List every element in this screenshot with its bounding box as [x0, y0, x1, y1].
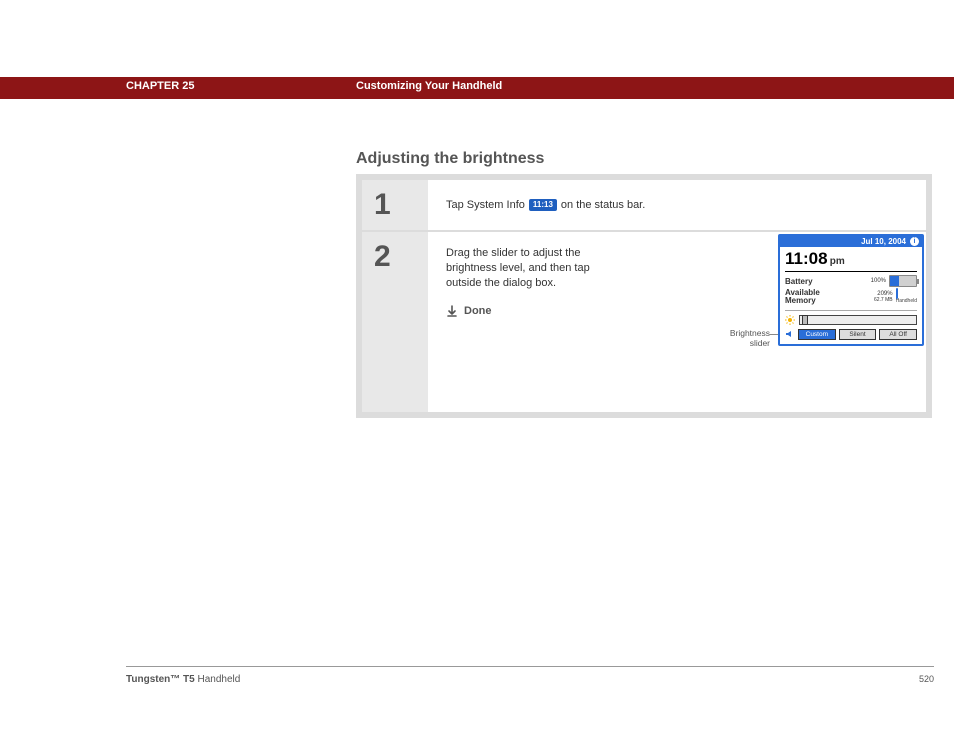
step-2-body: Drag the slider to adjust the brightness… — [428, 232, 926, 412]
footer-product: Tungsten™ T5 Handheld — [126, 674, 240, 685]
chapter-label: CHAPTER 25 — [126, 80, 194, 92]
step-2-row: 2 Drag the slider to adjust the brightne… — [362, 230, 926, 412]
device-screenshot: Jul 10, 2004 i 11:08 pm Battery 100% — [778, 234, 924, 346]
memory-sublabel: Handheld — [896, 298, 917, 304]
brightness-slider-row — [785, 310, 917, 325]
battery-row: Battery 100% — [785, 275, 917, 287]
steps-block: 1 Tap System Info 11:13 on the status ba… — [356, 174, 932, 418]
device-date: Jul 10, 2004 — [861, 237, 906, 246]
memory-pct: 209% — [874, 291, 893, 297]
battery-icon — [889, 275, 917, 287]
sound-alloff-button[interactable]: All Off — [879, 329, 917, 340]
device-time: 11:08 — [785, 249, 828, 268]
step-1-body: Tap System Info 11:13 on the status bar. — [428, 180, 926, 230]
step-2-number: 2 — [362, 232, 428, 412]
device-body: 11:08 pm Battery 100% Available Memory — [780, 247, 922, 344]
header-bar: CHAPTER 25 Customizing Your Handheld — [0, 77, 954, 99]
device-time-row: 11:08 pm — [785, 249, 917, 269]
footer-product-rest: Handheld — [195, 674, 241, 685]
section-heading: Adjusting the brightness — [356, 150, 544, 168]
brightness-slider-thumb[interactable] — [802, 315, 808, 325]
done-arrow-icon — [446, 305, 458, 317]
done-row: Done — [446, 305, 626, 317]
step-1-text-post: on the status bar. — [561, 199, 645, 211]
sound-silent-button[interactable]: Silent — [839, 329, 877, 340]
speaker-icon — [785, 329, 795, 339]
system-info-badge[interactable]: 11:13 — [529, 199, 557, 211]
step-1-text-pre: Tap System Info — [446, 199, 525, 211]
info-icon[interactable]: i — [910, 237, 919, 246]
footer-page-number: 520 — [919, 674, 934, 684]
sound-custom-button[interactable]: Custom — [798, 329, 836, 340]
sun-icon — [785, 315, 795, 325]
chapter-title: Customizing Your Handheld — [356, 80, 502, 92]
sound-profile-row: Custom Silent All Off — [785, 329, 917, 340]
device-ampm: pm — [830, 256, 845, 267]
step-2-text-col: Drag the slider to adjust the brightness… — [446, 246, 626, 398]
step-1-row: 1 Tap System Info 11:13 on the status ba… — [362, 180, 926, 230]
battery-label: Battery — [785, 277, 813, 286]
footer-rule — [126, 666, 934, 667]
memory-icon — [896, 288, 898, 299]
battery-pct: 100% — [871, 278, 886, 284]
brightness-slider[interactable] — [799, 315, 917, 325]
memory-label: Available Memory — [785, 289, 820, 306]
footer-product-bold: Tungsten™ T5 — [126, 674, 195, 685]
device-divider — [785, 271, 917, 272]
memory-row: Available Memory 209% 62.7 MB Handheld — [785, 289, 917, 306]
step-1-number: 1 — [362, 180, 428, 230]
memory-size: 62.7 MB — [874, 297, 893, 303]
device-statusbar: Jul 10, 2004 i — [780, 236, 922, 247]
step-2-instruction: Drag the slider to adjust the brightness… — [446, 246, 626, 291]
brightness-slider-callout: Brightness slider — [730, 328, 770, 348]
done-label: Done — [464, 305, 492, 317]
